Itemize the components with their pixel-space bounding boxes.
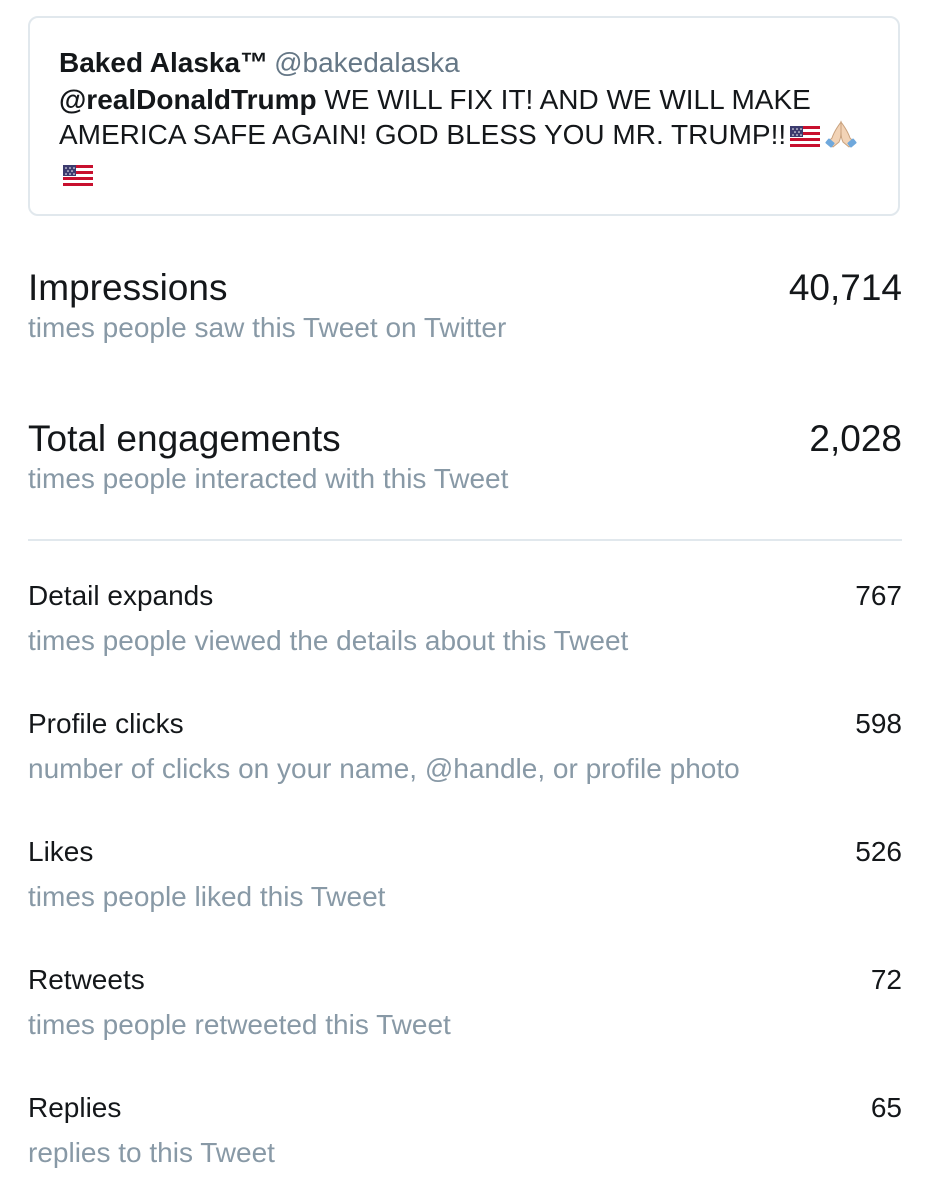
metric-description: replies to this Tweet <box>28 1137 275 1168</box>
us-flag-icon <box>63 160 93 195</box>
folded-hands-icon <box>824 118 858 156</box>
metric-value: 598 <box>855 708 902 739</box>
metric-likes: Likes 526 times people liked this Tweet <box>28 835 902 914</box>
metric-value: 526 <box>855 836 902 867</box>
metric-retweets: Retweets 72 times people retweeted this … <box>28 963 902 1042</box>
metric-label: Likes <box>28 836 94 867</box>
metric-description: times people retweeted this Tweet <box>28 1009 451 1040</box>
tweet-text: @realDonaldTrump WE WILL FIX IT! AND WE … <box>59 82 868 195</box>
author-name[interactable]: Baked Alaska™ <box>59 47 268 78</box>
metric-description: times people interacted with this Tweet <box>28 463 509 494</box>
tweet-header: Baked Alaska™ @bakedalaska <box>59 46 868 80</box>
metric-profile-clicks: Profile clicks 598 number of clicks on y… <box>28 707 902 786</box>
metric-value: 2,028 <box>809 418 902 459</box>
metric-description: times people liked this Tweet <box>28 881 386 912</box>
metric-value: 767 <box>855 580 902 611</box>
divider <box>28 539 902 541</box>
metric-value: 65 <box>870 1092 902 1123</box>
metric-impressions: Impressions 40,714 times people saw this… <box>28 266 902 345</box>
metric-value: 72 <box>870 964 902 995</box>
metric-description: times people viewed the details about th… <box>28 625 629 656</box>
metric-replies: Replies 65 replies to this Tweet <box>28 1091 902 1170</box>
us-flag-icon <box>790 121 821 156</box>
metric-detail-expands: Detail expands 767 times people viewed t… <box>28 579 902 658</box>
tweet-mention[interactable]: @realDonaldTrump <box>59 84 317 115</box>
metric-label: Total engagements <box>28 418 341 459</box>
metric-description: number of clicks on your name, @handle, … <box>28 753 740 784</box>
tweet-card[interactable]: Baked Alaska™ @bakedalaska @realDonaldTru… <box>28 16 900 216</box>
metric-label: Impressions <box>28 267 228 308</box>
metric-label: Profile clicks <box>28 708 184 739</box>
metric-label: Replies <box>28 1092 122 1123</box>
metric-description: times people saw this Tweet on Twitter <box>28 312 507 343</box>
metric-total-engagements: Total engagements 2,028 times people int… <box>28 417 902 496</box>
metric-label: Detail expands <box>28 580 214 611</box>
metric-value: 40,714 <box>788 267 902 308</box>
metric-label: Retweets <box>28 964 145 995</box>
author-handle[interactable]: @bakedalaska <box>274 47 460 78</box>
